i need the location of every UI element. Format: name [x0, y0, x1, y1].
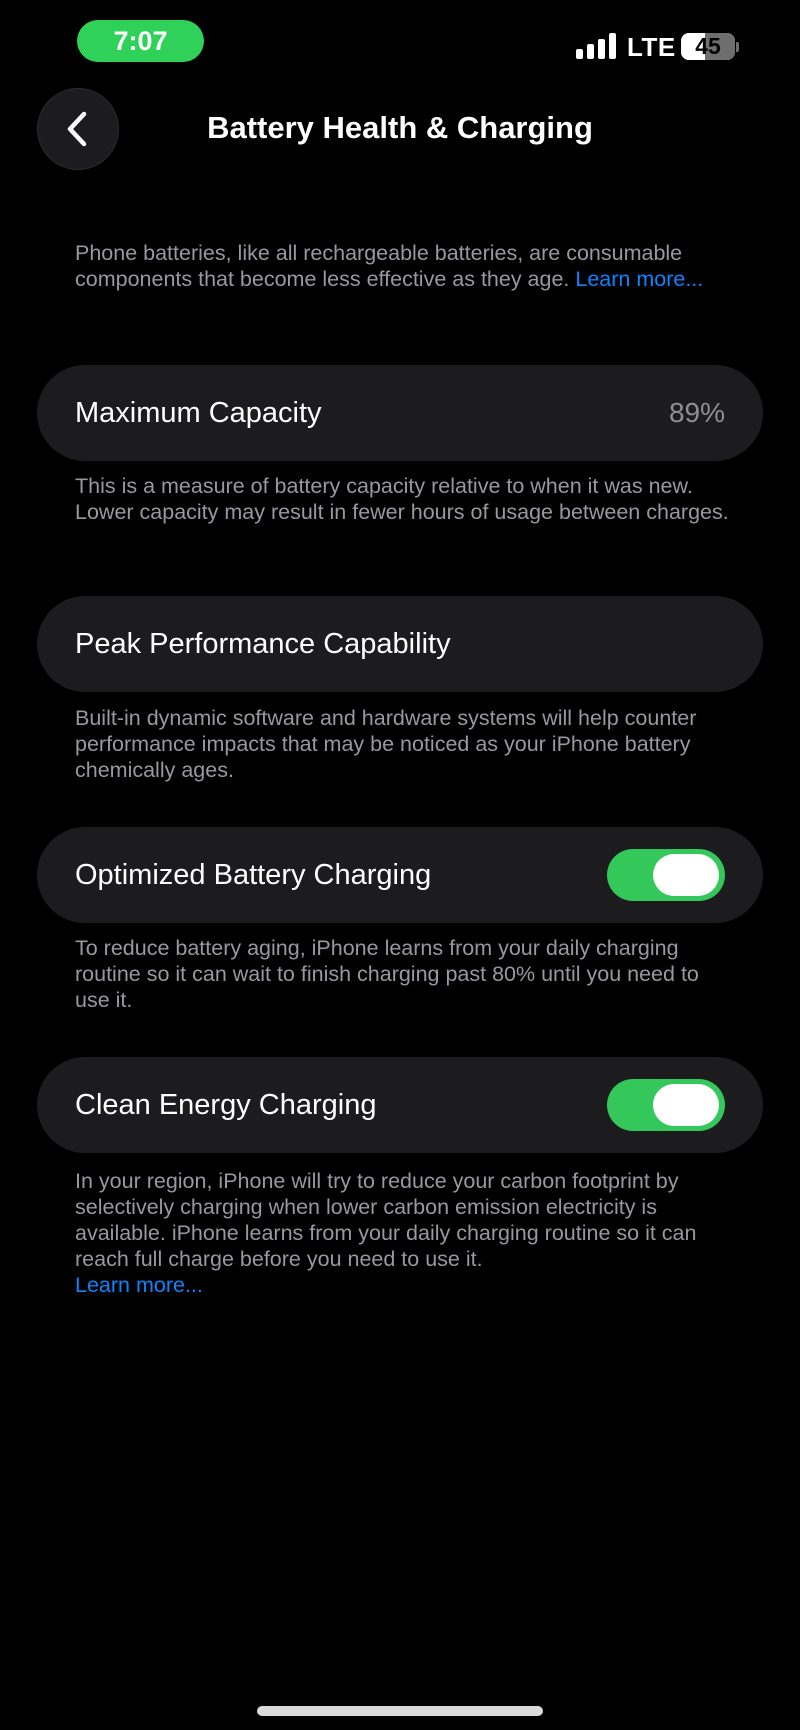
home-indicator[interactable]: [257, 1706, 543, 1716]
maximum-capacity-row: Maximum Capacity 89%: [37, 365, 763, 461]
clean-energy-label: Clean Energy Charging: [75, 1088, 377, 1121]
learn-more-link[interactable]: Learn more...: [575, 267, 703, 291]
toggle-knob: [653, 1084, 719, 1126]
back-button[interactable]: [37, 88, 119, 170]
maximum-capacity-value: 89%: [668, 397, 725, 428]
maximum-capacity-footer: This is a measure of battery capacity re…: [75, 474, 729, 524]
optimized-charging-row: Optimized Battery Charging: [37, 827, 763, 923]
clean-energy-learn-more-link[interactable]: Learn more...: [75, 1273, 203, 1297]
status-time-pill[interactable]: 7:07: [77, 20, 204, 62]
chevron-left-icon: [67, 111, 87, 147]
peak-performance-label: Peak Performance Capability: [75, 627, 451, 660]
optimized-charging-label: Optimized Battery Charging: [75, 858, 432, 891]
maximum-capacity-label: Maximum Capacity: [75, 396, 322, 429]
battery-nub: [736, 42, 739, 52]
battery-icon: 45: [681, 33, 735, 60]
status-time: 7:07: [113, 25, 168, 56]
clean-energy-footer: In your region, iPhone will try to reduc…: [75, 1168, 735, 1298]
peak-performance-footer: Built-in dynamic software and hardware s…: [75, 706, 697, 782]
peak-performance-row: Peak Performance Capability: [37, 596, 763, 692]
battery-level: 45: [695, 33, 721, 59]
optimized-charging-toggle[interactable]: [607, 849, 725, 901]
clean-energy-row: Clean Energy Charging: [37, 1057, 763, 1153]
carrier-label: LTE: [627, 32, 676, 62]
clean-energy-toggle[interactable]: [607, 1079, 725, 1131]
clean-energy-footer-text: In your region, iPhone will try to reduc…: [75, 1169, 697, 1271]
intro-text: Phone batteries, like all rechargeable b…: [75, 240, 735, 292]
page-title: Battery Health & Charging: [207, 110, 593, 145]
cellular-signal-icon: [576, 33, 618, 59]
optimized-charging-footer: To reduce battery aging, iPhone learns f…: [75, 936, 699, 1012]
toggle-knob: [653, 854, 719, 896]
